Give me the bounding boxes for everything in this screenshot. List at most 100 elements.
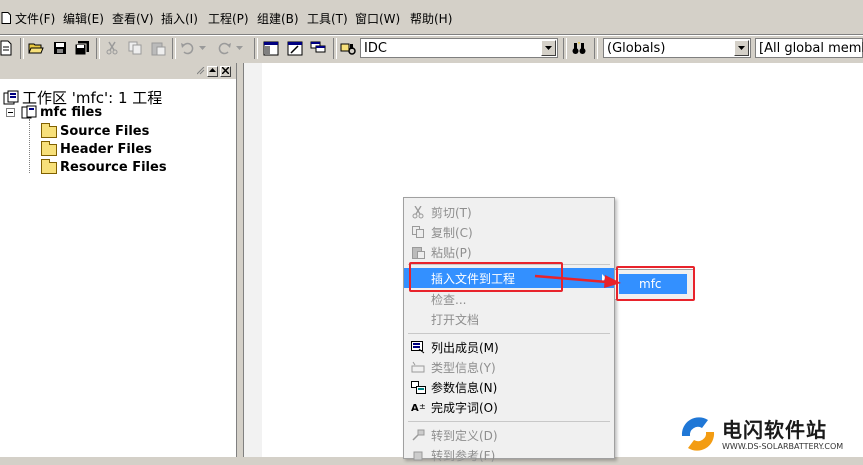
chevron-down-icon bbox=[235, 46, 243, 50]
toolbar-separator bbox=[20, 38, 24, 59]
workspace-button[interactable] bbox=[261, 38, 281, 58]
menu-tools[interactable]: 工具(T) bbox=[307, 10, 348, 27]
menu-item-copy[interactable]: 复制(C) bbox=[404, 222, 614, 242]
menu-item-label: 类型信息(Y) bbox=[431, 360, 496, 375]
redo-button[interactable] bbox=[214, 38, 234, 58]
save-disk-icon bbox=[54, 42, 66, 54]
find-in-files-icon bbox=[340, 43, 356, 55]
menu-separator bbox=[408, 421, 610, 422]
menu-item-open-document[interactable]: 打开文档 bbox=[404, 309, 614, 329]
menu-separator bbox=[408, 333, 610, 334]
find-combo[interactable]: IDC bbox=[360, 38, 558, 58]
menu-edit[interactable]: 编辑(E) bbox=[63, 10, 104, 27]
tree-project[interactable]: mfc files bbox=[21, 105, 102, 120]
toolbar-separator bbox=[254, 38, 258, 59]
class-combo-dropdown[interactable] bbox=[734, 40, 749, 56]
menu-item-inspect[interactable]: 检查... bbox=[404, 289, 614, 309]
menu-project[interactable]: 工程(P) bbox=[208, 10, 249, 27]
find-combo-value: IDC bbox=[364, 41, 387, 56]
members-combo-value: [All global memb bbox=[759, 41, 863, 56]
menu-item-goto-reference[interactable]: 转到参考(F) bbox=[404, 445, 614, 465]
members-combo[interactable]: [All global memb bbox=[755, 38, 863, 58]
redo-icon bbox=[218, 42, 231, 55]
menu-file[interactable]: 文件(F) bbox=[15, 10, 55, 27]
folder-label: Header Files bbox=[60, 142, 152, 157]
close-icon bbox=[221, 66, 230, 75]
open-button[interactable] bbox=[26, 38, 46, 58]
menu-item-goto-definition[interactable]: 转到定义(D) bbox=[404, 425, 614, 445]
binoculars-icon bbox=[572, 41, 586, 54]
menu-item-label: 检查... bbox=[431, 292, 467, 307]
watermark-logo-icon bbox=[680, 416, 716, 452]
menu-item-label: 转到定义(D) bbox=[431, 428, 498, 443]
menu-window[interactable]: 窗口(W) bbox=[355, 10, 400, 27]
new-text-file-button[interactable] bbox=[0, 38, 16, 58]
class-combo-value: (Globals) bbox=[607, 41, 666, 56]
menu-item-list-members[interactable]: 列出成员(M) bbox=[404, 337, 614, 357]
folder-icon bbox=[41, 140, 57, 156]
editor-gutter bbox=[244, 63, 262, 457]
copy-icon bbox=[128, 41, 141, 55]
new-document-icon bbox=[0, 40, 12, 56]
type-info-icon bbox=[411, 361, 425, 372]
menu-item-label: 完成字词(O) bbox=[431, 400, 498, 415]
save-all-icon bbox=[74, 41, 89, 55]
context-menu: 剪切(T) 复制(C) 粘贴(P) 插入文件到工程 检查... 打开文档 列出成… bbox=[403, 197, 615, 463]
tree-folder-header[interactable]: Header Files bbox=[41, 140, 152, 157]
undo-button[interactable] bbox=[178, 38, 198, 58]
restore-icon bbox=[209, 68, 216, 72]
tree-folder-source[interactable]: Source Files bbox=[41, 122, 149, 139]
menu-item-label: 打开文档 bbox=[431, 312, 480, 327]
paste-icon bbox=[151, 42, 165, 55]
collapse-icon[interactable] bbox=[6, 108, 15, 117]
annotation-box-submenu bbox=[616, 266, 695, 301]
goto-def-icon bbox=[412, 429, 425, 441]
watermark-url: WWW.DS-SOLARBATTERY.COM bbox=[722, 442, 844, 451]
open-folder-icon bbox=[28, 43, 44, 54]
tree-guide bbox=[29, 119, 31, 173]
menu-item-param-info[interactable]: 参数信息(N) bbox=[404, 377, 614, 397]
menu-item-label: 粘贴(P) bbox=[431, 245, 472, 260]
menu-help[interactable]: 帮助(H) bbox=[410, 10, 452, 27]
output-button[interactable] bbox=[285, 38, 305, 58]
menu-item-type-info[interactable]: 类型信息(Y) bbox=[404, 357, 614, 377]
save-button[interactable] bbox=[50, 38, 70, 58]
workspace-icon bbox=[3, 90, 19, 104]
save-all-button[interactable] bbox=[72, 38, 92, 58]
tree-folder-resource[interactable]: Resource Files bbox=[41, 158, 167, 175]
undo-dropdown[interactable] bbox=[196, 38, 208, 58]
workspace-restore-button[interactable] bbox=[207, 66, 218, 77]
menu-build[interactable]: 组建(B) bbox=[257, 10, 299, 27]
menu-bar: 文件(F) 编辑(E) 查看(V) 插入(I) 工程(P) 组建(B) 工具(T… bbox=[0, 0, 863, 35]
scissors-icon bbox=[106, 41, 118, 55]
toolbar-separator bbox=[594, 38, 598, 59]
copy-icon bbox=[411, 226, 424, 238]
menu-item-complete-word[interactable]: A ± 完成字词(O) bbox=[404, 397, 614, 417]
paste-icon bbox=[411, 246, 425, 259]
chevron-down-icon bbox=[545, 46, 552, 50]
toolbar-separator bbox=[333, 38, 337, 59]
class-combo[interactable]: (Globals) bbox=[603, 38, 751, 58]
copy-button[interactable] bbox=[125, 38, 145, 58]
menu-view[interactable]: 查看(V) bbox=[112, 10, 154, 27]
find-in-files-button[interactable] bbox=[339, 38, 359, 58]
workspace-close-button[interactable] bbox=[220, 66, 231, 77]
goto-ref-icon bbox=[413, 451, 423, 460]
find-combo-dropdown[interactable] bbox=[541, 40, 556, 56]
menu-item-label: 复制(C) bbox=[431, 225, 473, 240]
watermark: 电闪软件站 WWW.DS-SOLARBATTERY.COM bbox=[678, 412, 863, 457]
menu-item-paste[interactable]: 粘贴(P) bbox=[404, 242, 614, 262]
folder-icon bbox=[41, 158, 57, 174]
workspace-panel: 工作区 'mfc': 1 工程 mfc files Source Files H… bbox=[0, 63, 237, 457]
watermark-text: 电闪软件站 bbox=[722, 418, 827, 442]
folder-label: Resource Files bbox=[60, 160, 167, 175]
find-button[interactable] bbox=[569, 38, 589, 58]
menu-insert[interactable]: 插入(I) bbox=[161, 10, 198, 27]
param-info-icon bbox=[410, 380, 426, 394]
menu-item-cut[interactable]: 剪切(T) bbox=[404, 202, 614, 222]
redo-dropdown[interactable] bbox=[233, 38, 245, 58]
paste-button[interactable] bbox=[148, 38, 168, 58]
output-window-icon bbox=[287, 41, 303, 55]
cut-button[interactable] bbox=[102, 38, 122, 58]
window-list-button[interactable] bbox=[308, 38, 328, 58]
